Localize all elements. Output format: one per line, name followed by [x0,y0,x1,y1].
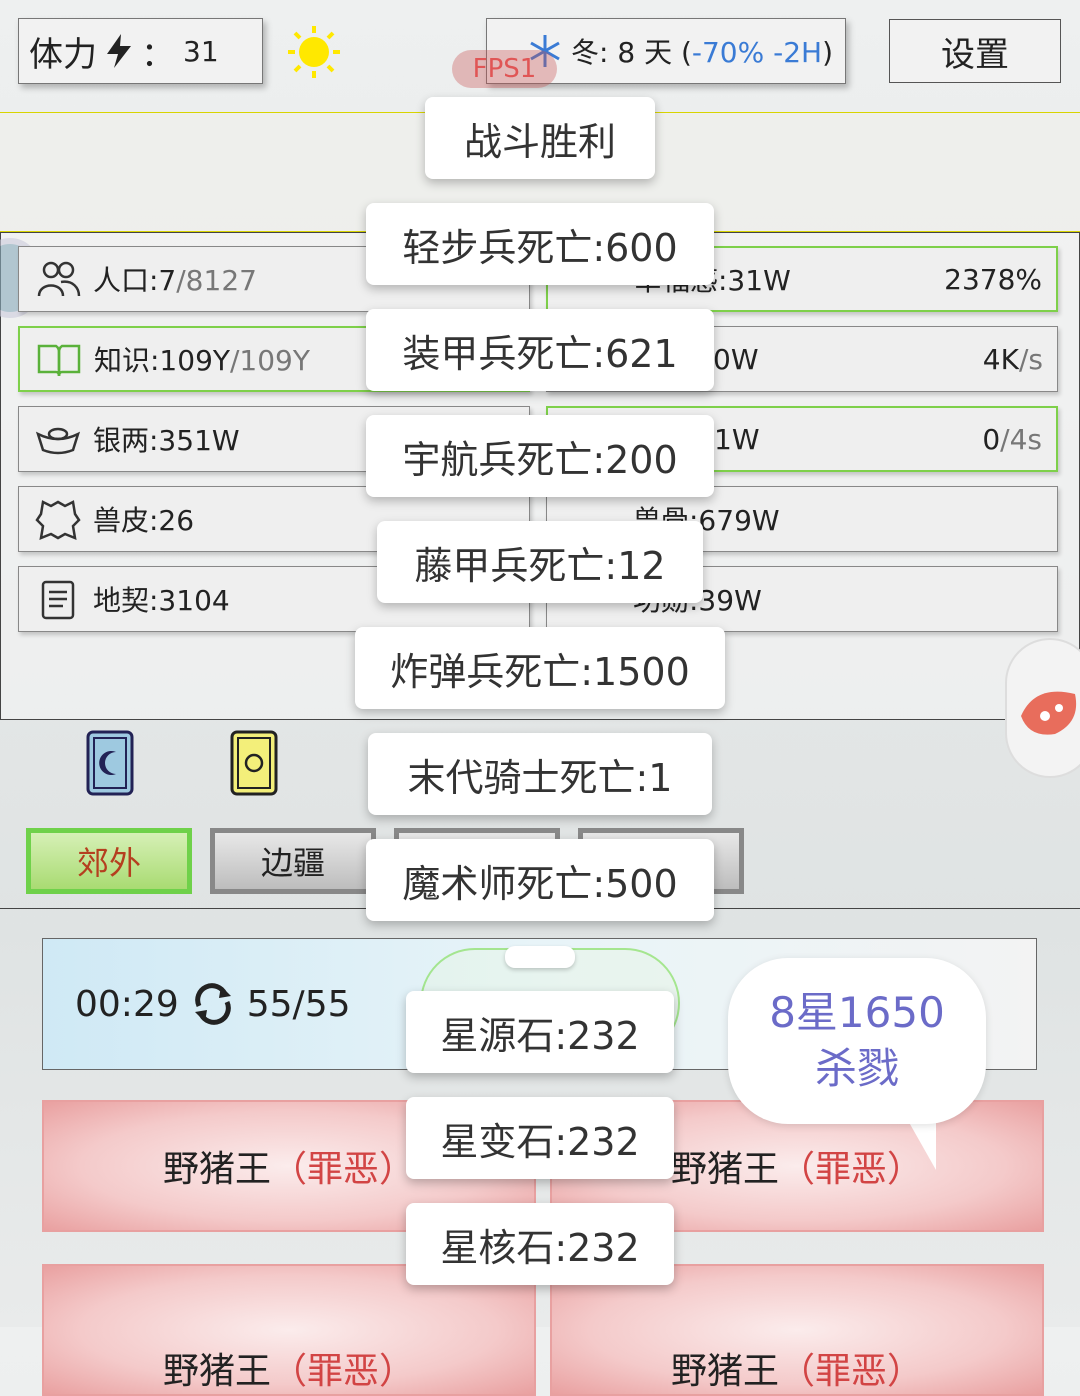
bubble-line1: 8星1650 [769,988,945,1037]
season-modifier: -70% -2H [691,36,823,69]
meat-icon [1021,691,1077,735]
enemy-tag: （罪恶） [271,1149,416,1190]
resource-label: 银两:351W [93,424,240,457]
stamina-display: 体力 ： 31 [18,18,263,84]
resource-max: /109Y [229,344,310,377]
resource-value: 4K [982,342,1019,376]
lightning-icon [107,34,131,68]
settings-button[interactable]: 设置 [889,19,1061,83]
fps-counter: FPS1 [452,50,557,88]
tab-outskirts[interactable]: 郊外 [26,828,192,894]
resource-label: 兽皮:26 [93,504,195,537]
toast-light-infantry: 轻步兵死亡:600 [366,203,714,285]
resource-max: /8127 [176,264,257,297]
bubble-line2: 杀戮 [814,1044,899,1093]
enemy-name: 野猪王 [670,1149,779,1190]
book-icon [37,344,81,377]
stamina-sep: ： [141,34,175,75]
resource-label: 人口:7 [93,264,177,297]
resource-value: 0 [982,422,1001,456]
scroll-icon [41,580,75,620]
enemy-tag: （罪恶） [779,1351,924,1392]
toast-star-source-stone: 星源石:232 [406,991,674,1073]
toast-battle-victory: 战斗胜利 [425,97,655,179]
season-name: 冬 [571,36,600,69]
enemy-name: 野猪王 [162,1351,271,1392]
resource-value: 2378% [944,262,1042,296]
battle-timer: 00:29 [75,983,179,1025]
stamina-label: 体力 [29,34,97,75]
resource-label: 0W [713,342,759,376]
moon-card-icon[interactable] [86,730,134,796]
toast-armored: 装甲兵死亡:621 [366,309,714,391]
enemy-name: 野猪王 [670,1351,779,1392]
toast-star-core-stone: 星核石:232 [406,1203,674,1285]
toast-bomber: 炸弹兵死亡:1500 [355,627,725,709]
toast-magician: 魔术师死亡:500 [366,839,714,921]
toast-rattan: 藤甲兵死亡:12 [377,521,703,603]
sun-icon [288,26,340,78]
stamina-value: 31 [183,34,219,68]
toast-astronaut: 宇航兵死亡:200 [366,415,714,497]
tab-frontier[interactable]: 边疆 [210,828,376,894]
people-icon [37,261,81,297]
kill-streak-bubble: 8星1650 杀戮 [728,958,986,1124]
silver-ingot-icon [35,427,81,455]
resource-unit: /4s [1000,422,1042,456]
refresh-icon [194,983,231,1025]
enemy-name: 野猪王 [162,1149,271,1190]
season-close: ) [822,36,834,69]
resource-label: 1W [714,422,760,456]
meat-button[interactable] [1005,638,1080,778]
season-days: : 8 天 ( [599,36,692,69]
toast-handle [505,946,575,968]
enemy-tag: （罪恶） [271,1351,416,1392]
toast-star-change-stone: 星变石:232 [406,1097,674,1179]
resource-label: 地契:3104 [93,584,230,617]
resource-unit: /s [1018,342,1043,376]
toast-last-knight: 末代骑士死亡:1 [368,733,712,815]
battle-waves: 55/55 [246,983,351,1025]
resource-label: 知识:109Y [94,344,230,377]
sun-card-icon[interactable] [230,730,278,796]
fur-icon [35,500,81,540]
